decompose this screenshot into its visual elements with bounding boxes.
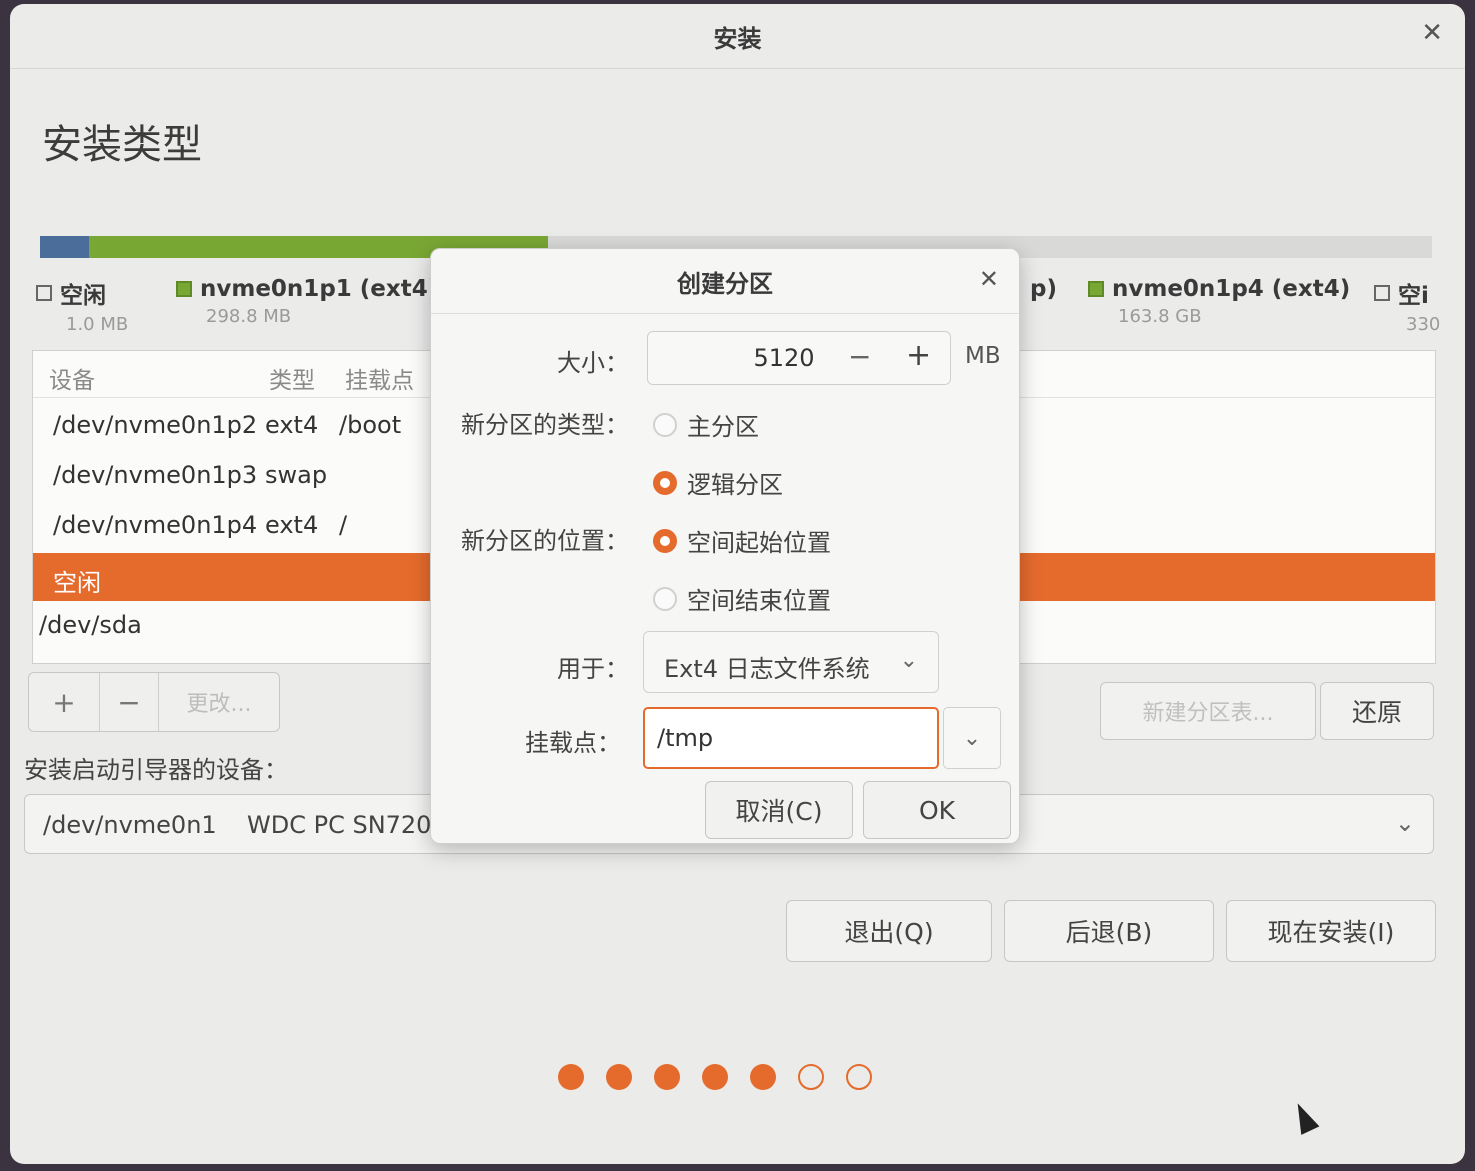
- install-now-button[interactable]: 现在安装(I): [1226, 900, 1436, 962]
- column-mount[interactable]: 挂载点: [345, 361, 414, 395]
- new-partition-table-button[interactable]: 新建分区表...: [1100, 682, 1316, 740]
- radio-location-end[interactable]: 空间结束位置: [653, 581, 831, 616]
- decrement-icon[interactable]: −: [848, 340, 871, 373]
- type-label: 新分区的类型：: [461, 411, 629, 439]
- radio-unchecked-icon: [653, 586, 677, 611]
- chevron-down-icon: ⌄: [899, 648, 918, 673]
- add-partition-button[interactable]: +: [29, 673, 100, 731]
- legend-size: 163.8 GB: [1118, 306, 1202, 327]
- column-type[interactable]: 类型: [269, 361, 315, 395]
- radio-label: 空间起始位置: [687, 529, 831, 557]
- progress-dot: [654, 1064, 680, 1090]
- usage-segment-free: [40, 236, 89, 258]
- remove-partition-button[interactable]: −: [100, 673, 159, 731]
- mount-point-combo: ⌄: [643, 707, 1003, 769]
- legend-item-swap: p): [1030, 276, 1057, 302]
- radio-label: 逻辑分区: [687, 471, 783, 499]
- progress-dot: [846, 1064, 872, 1090]
- radio-label: 空间结束位置: [687, 587, 831, 615]
- use-as-label: 用于：: [557, 655, 629, 683]
- row-type: ext4: [265, 411, 319, 439]
- dialog-close-icon[interactable]: ✕: [979, 265, 999, 293]
- radio-label: 主分区: [687, 413, 759, 441]
- window-title: 安装: [713, 24, 762, 53]
- progress-dot: [606, 1064, 632, 1090]
- mount-point-input[interactable]: [643, 707, 939, 769]
- chevron-down-icon: ⌄: [962, 725, 982, 751]
- green-swatch-icon: [176, 281, 192, 297]
- mount-point-label: 挂载点：: [525, 729, 621, 757]
- filesystem-select[interactable]: Ext4 日志文件系统 ⌄: [643, 631, 939, 693]
- mouse-cursor-icon: [1288, 1099, 1320, 1135]
- radio-logical-partition[interactable]: 逻辑分区: [653, 465, 783, 500]
- mount-point-dropdown[interactable]: ⌄: [943, 707, 1001, 769]
- cancel-button[interactable]: 取消(C): [705, 781, 853, 839]
- progress-dot: [558, 1064, 584, 1090]
- progress-dot: [750, 1064, 776, 1090]
- legend-size: 330: [1406, 314, 1441, 335]
- boot-device: /dev/nvme0n1: [43, 811, 217, 839]
- change-partition-button[interactable]: 更改...: [159, 673, 279, 731]
- progress-dot: [702, 1064, 728, 1090]
- size-label: 大小：: [557, 349, 629, 377]
- size-spinner[interactable]: 5120 − +: [647, 331, 951, 385]
- dialog-title: 创建分区: [431, 249, 1019, 314]
- legend-item-nvme0n1p1: nvme0n1p1 (ext4) 298.8 MB: [176, 276, 438, 327]
- legend-item-free: 空闲 1.0 MB: [36, 276, 128, 335]
- bootloader-device-label: 安装启动引导器的设备：: [24, 756, 288, 784]
- row-type: swap: [265, 461, 328, 489]
- legend-item-nvme0n1p4: nvme0n1p4 (ext4) 163.8 GB: [1088, 276, 1350, 327]
- row-mount: /: [339, 511, 348, 539]
- row-device: /dev/nvme0n1p2: [53, 411, 258, 439]
- radio-checked-icon: [653, 528, 677, 553]
- quit-button[interactable]: 退出(Q): [786, 900, 992, 962]
- row-device: /dev/nvme0n1p4: [53, 511, 258, 539]
- window-close-icon[interactable]: ✕: [1421, 18, 1443, 48]
- column-device[interactable]: 设备: [49, 361, 95, 395]
- row-device: 空闲: [53, 569, 101, 597]
- title-bar: 安装: [10, 4, 1465, 69]
- legend-size: 1.0 MB: [66, 314, 129, 335]
- location-label: 新分区的位置：: [461, 527, 629, 555]
- chevron-down-icon: ⌄: [1394, 809, 1415, 837]
- empty-swatch-icon: [1374, 285, 1390, 301]
- boot-model: WDC PC SN720: [247, 811, 432, 839]
- row-type: ext4: [265, 511, 319, 539]
- legend-label: 空闲: [60, 283, 106, 309]
- size-unit: MB: [965, 343, 1001, 369]
- increment-icon[interactable]: +: [906, 338, 931, 373]
- radio-unchecked-icon: [653, 412, 677, 437]
- filesystem-value: Ext4 日志文件系统: [664, 655, 870, 683]
- progress-dot: [798, 1064, 824, 1090]
- legend-label: nvme0n1p1 (ext4): [200, 276, 439, 302]
- row-device: /dev/nvme0n1p3: [53, 461, 258, 489]
- legend-size: 298.8 MB: [206, 306, 292, 327]
- legend-label: nvme0n1p4 (ext4): [1112, 276, 1351, 302]
- back-button[interactable]: 后退(B): [1004, 900, 1214, 962]
- revert-button[interactable]: 还原: [1320, 682, 1434, 740]
- legend-label: 空i: [1398, 283, 1429, 309]
- progress-dots: [558, 1064, 872, 1090]
- row-device: /dev/sda: [39, 611, 142, 639]
- partition-tools: + − 更改...: [28, 672, 280, 732]
- empty-swatch-icon: [36, 285, 52, 301]
- size-value[interactable]: 5120: [744, 344, 824, 372]
- page-title: 安装类型: [42, 122, 202, 168]
- legend-item-free-end: 空i 330: [1374, 276, 1440, 335]
- radio-location-start[interactable]: 空间起始位置: [653, 523, 831, 558]
- create-partition-dialog: 创建分区 ✕ 大小： 5120 − + MB 新分区的类型： 主分区 逻辑分区 …: [430, 248, 1020, 844]
- radio-primary-partition[interactable]: 主分区: [653, 407, 759, 442]
- row-mount: /boot: [339, 411, 402, 439]
- green-swatch-icon: [1088, 281, 1104, 297]
- legend-label: p): [1030, 276, 1057, 302]
- radio-checked-icon: [653, 470, 677, 495]
- ok-button[interactable]: OK: [863, 781, 1011, 839]
